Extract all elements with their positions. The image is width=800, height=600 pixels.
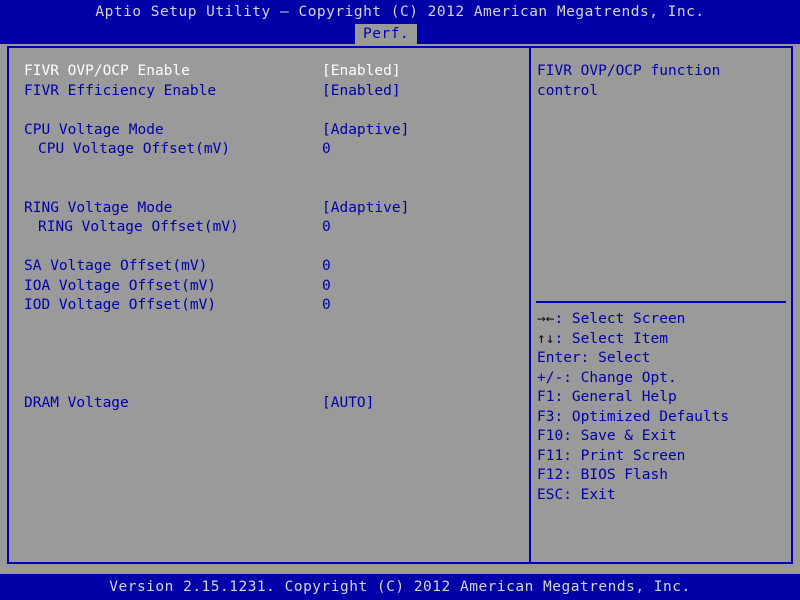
help-divider bbox=[536, 301, 786, 303]
settings-row[interactable]: CPU Voltage Mode [Adaptive] bbox=[24, 121, 514, 141]
settings-row-label: FIVR Efficiency Enable bbox=[24, 82, 217, 99]
settings-row-label: DRAM Voltage bbox=[24, 394, 129, 411]
settings-spacer bbox=[24, 355, 514, 375]
settings-row[interactable]: IOD Voltage Offset(mV) 0 bbox=[24, 296, 514, 316]
key-legend-label: F3: Optimized Defaults bbox=[537, 408, 730, 425]
tab-bar: Perf. bbox=[0, 24, 800, 44]
key-legend-row: F3: Optimized Defaults bbox=[537, 408, 787, 428]
frame-right-strip bbox=[793, 44, 800, 566]
settings-row-value[interactable]: [Enabled] bbox=[322, 82, 401, 102]
key-glyph-icon: →← bbox=[537, 311, 555, 327]
settings-spacer bbox=[24, 179, 514, 199]
settings-row-label: FIVR OVP/OCP Enable bbox=[24, 63, 190, 79]
key-legend-row: F1: General Help bbox=[537, 388, 787, 408]
key-glyph-icon: ↑↓ bbox=[537, 330, 555, 347]
key-legend-row: ↑↓: Select Item bbox=[537, 330, 787, 350]
settings-row[interactable]: DRAM Voltage [AUTO] bbox=[24, 394, 514, 414]
panel-divider bbox=[529, 46, 531, 564]
key-legend-row: +/-: Change Opt. bbox=[537, 369, 787, 389]
settings-row-value[interactable]: [Adaptive] bbox=[322, 121, 409, 141]
frame-bottom-strip bbox=[0, 564, 800, 574]
key-legend-label: : Select Screen bbox=[554, 311, 686, 327]
key-legend-row: ESC: Exit bbox=[537, 486, 787, 506]
settings-row-label: CPU Voltage Offset(mV) bbox=[38, 141, 231, 157]
settings-row-value[interactable]: 0 bbox=[322, 140, 331, 160]
settings-row[interactable]: RING Voltage Offset(mV) 0 bbox=[24, 218, 514, 238]
key-legend-label: F11: Print Screen bbox=[537, 447, 686, 464]
settings-row[interactable]: IOA Voltage Offset(mV) 0 bbox=[24, 277, 514, 297]
settings-row[interactable]: FIVR Efficiency Enable [Enabled] bbox=[24, 82, 514, 102]
footer-bar: Version 2.15.1231. Copyright (C) 2012 Am… bbox=[0, 574, 800, 600]
settings-row[interactable]: SA Voltage Offset(mV) 0 bbox=[24, 257, 514, 277]
key-legend-label: Enter: Select bbox=[537, 350, 651, 366]
settings-spacer bbox=[24, 238, 514, 258]
settings-row-value[interactable]: 0 bbox=[322, 218, 331, 238]
frame-left-strip bbox=[0, 44, 7, 566]
settings-row-label: SA Voltage Offset(mV) bbox=[24, 258, 208, 274]
settings-row-label: CPU Voltage Mode bbox=[24, 121, 164, 138]
help-description: FIVR OVP/OCP function control bbox=[537, 63, 730, 99]
key-legend-row: F12: BIOS Flash bbox=[537, 466, 787, 486]
key-legend-label: +/-: Change Opt. bbox=[537, 369, 677, 386]
settings-row-value[interactable]: 0 bbox=[322, 277, 331, 297]
key-legend-label: : Select Item bbox=[554, 330, 668, 347]
settings-spacer bbox=[24, 101, 514, 121]
key-legend-row: →←: Select Screen bbox=[537, 310, 787, 330]
settings-row-value[interactable]: [Adaptive] bbox=[322, 199, 409, 219]
key-legend-row: Enter: Select bbox=[537, 349, 787, 369]
key-legend-label: F1: General Help bbox=[537, 389, 677, 405]
settings-spacer bbox=[24, 316, 514, 336]
bios-setup-screen: Aptio Setup Utility – Copyright (C) 2012… bbox=[0, 0, 800, 600]
settings-row[interactable]: FIVR OVP/OCP Enable [Enabled] bbox=[24, 62, 514, 82]
title-bar: Aptio Setup Utility – Copyright (C) 2012… bbox=[0, 0, 800, 24]
settings-spacer bbox=[24, 160, 514, 180]
settings-spacer bbox=[24, 335, 514, 355]
tab-perf[interactable]: Perf. bbox=[355, 24, 418, 44]
settings-spacer bbox=[24, 374, 514, 394]
settings-row[interactable]: RING Voltage Mode [Adaptive] bbox=[24, 199, 514, 219]
settings-row-value[interactable]: [Enabled] bbox=[322, 62, 401, 82]
settings-row-value[interactable]: [AUTO] bbox=[322, 394, 374, 414]
key-legend-label: ESC: Exit bbox=[537, 486, 616, 503]
key-legend: →←: Select Screen ↑↓: Select Item Enter: S… bbox=[537, 310, 787, 505]
settings-row-value[interactable]: 0 bbox=[322, 257, 331, 277]
key-legend-label: F10: Save & Exit bbox=[537, 428, 677, 444]
key-legend-row: F10: Save & Exit bbox=[537, 427, 787, 447]
settings-list: FIVR OVP/OCP Enable [Enabled] FIVR Efficie… bbox=[24, 62, 514, 413]
settings-row-label: RING Voltage Offset(mV) bbox=[38, 219, 239, 235]
settings-row[interactable]: CPU Voltage Offset(mV) 0 bbox=[24, 140, 514, 160]
key-legend-row: F11: Print Screen bbox=[537, 447, 787, 467]
settings-row-label: IOA Voltage Offset(mV) bbox=[24, 277, 217, 294]
key-legend-label: F12: BIOS Flash bbox=[537, 467, 668, 483]
settings-row-label: RING Voltage Mode bbox=[24, 199, 173, 216]
settings-row-value[interactable]: 0 bbox=[322, 296, 331, 316]
settings-row-label: IOD Voltage Offset(mV) bbox=[24, 297, 217, 313]
